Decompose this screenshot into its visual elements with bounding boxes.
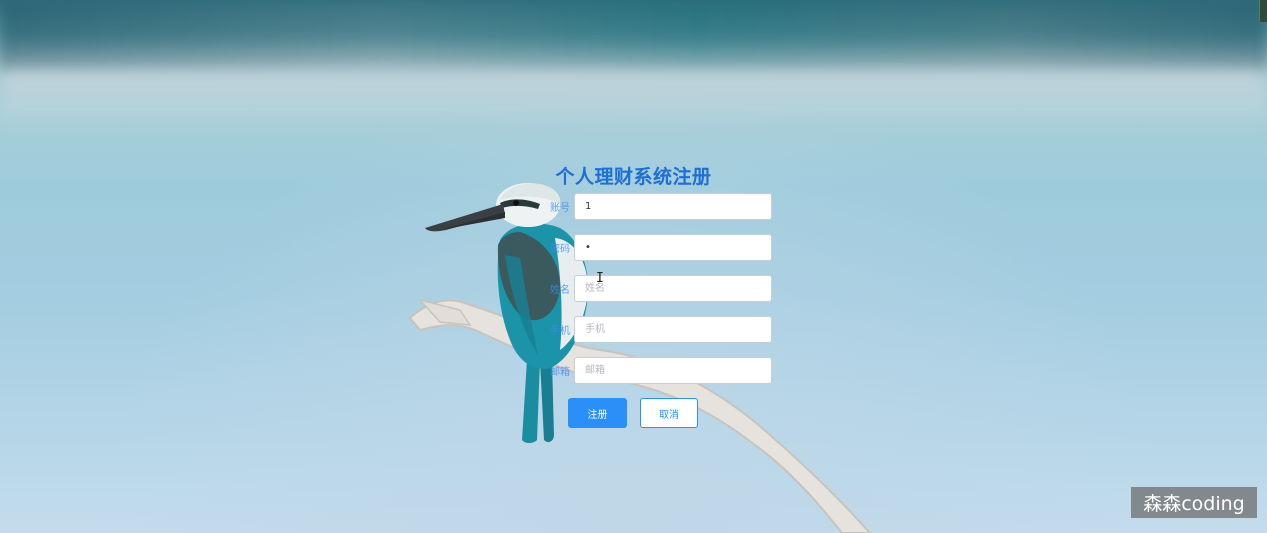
email-label: 邮箱: [550, 367, 570, 378]
password-input[interactable]: [574, 234, 772, 261]
username-input[interactable]: [574, 193, 772, 220]
register-button[interactable]: 注册: [568, 398, 627, 428]
bird-eye: [513, 200, 519, 206]
background-kingfisher-image: [408, 183, 872, 533]
corner-indicator-icon: [1259, 0, 1267, 22]
username-label: 账号: [550, 203, 570, 214]
phone-row: 手机: [540, 316, 780, 343]
username-row: 账号: [540, 193, 780, 220]
password-row: 密码: [540, 234, 780, 261]
name-label: 姓名: [550, 285, 570, 296]
phone-input[interactable]: [574, 316, 772, 343]
email-input[interactable]: [574, 357, 772, 384]
cancel-button[interactable]: 取消: [640, 398, 698, 428]
password-label: 密码: [550, 244, 570, 255]
page-title: 个人理财系统注册: [555, 166, 712, 188]
email-row: 邮箱: [540, 357, 780, 384]
watermark: 森森coding: [1131, 487, 1257, 518]
phone-label: 手机: [550, 326, 570, 337]
page: 个人理财系统注册 账号 密码 姓名 手机 邮箱 注册 取消 I 森森coding: [0, 0, 1267, 533]
bird-tail: [522, 360, 540, 443]
name-row: 姓名: [540, 275, 780, 302]
text-cursor-icon: I: [596, 271, 604, 286]
